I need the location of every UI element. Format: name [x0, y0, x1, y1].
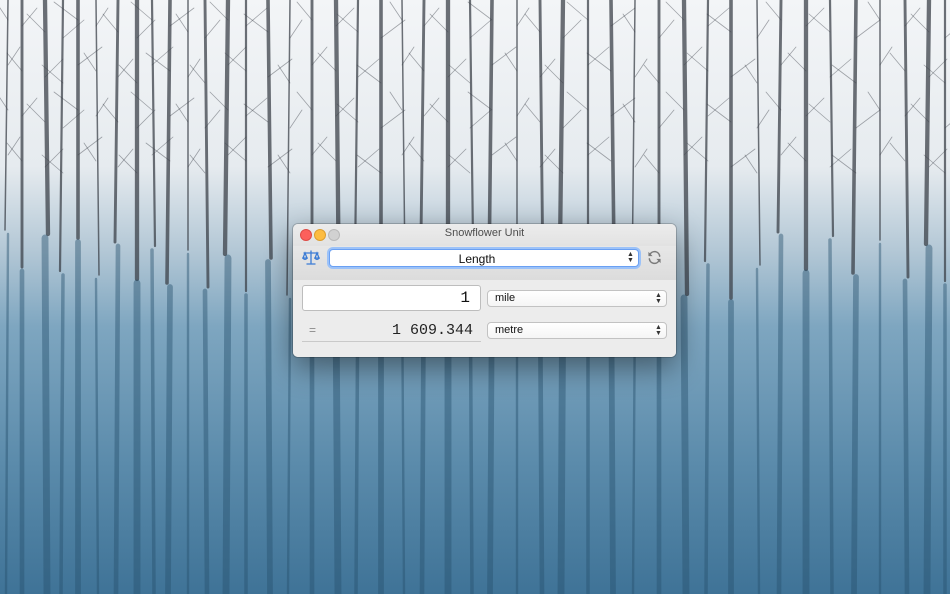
from-unit-value: mile — [495, 292, 516, 304]
category-select[interactable]: Length ▲ ▼ — [329, 249, 639, 267]
amount-input[interactable] — [303, 286, 480, 310]
amount-field[interactable] — [302, 285, 481, 311]
title-bar[interactable]: Snowflower Unit — [293, 224, 676, 246]
result-underline — [302, 341, 481, 342]
window-title: Snowflower Unit — [444, 227, 525, 239]
chevron-updown-icon: ▲ ▼ — [627, 251, 634, 264]
from-unit-select[interactable]: mile ▲ ▼ — [487, 290, 667, 307]
category-value: Length — [458, 252, 496, 266]
to-unit-value: metre — [495, 324, 524, 336]
result-value: 1 609.344 — [391, 322, 473, 339]
to-unit-select[interactable]: metre ▲ ▼ — [487, 322, 667, 339]
scale-icon — [302, 250, 320, 265]
equals-sign: = — [309, 323, 317, 337]
refresh-icon[interactable] — [647, 250, 662, 265]
chevron-updown-icon: ▲ ▼ — [655, 292, 662, 305]
chevron-updown-icon: ▲ ▼ — [655, 324, 662, 337]
converter-window[interactable]: Snowflower Unit Length ▲▼ mile ▲▼ = — [293, 224, 676, 357]
